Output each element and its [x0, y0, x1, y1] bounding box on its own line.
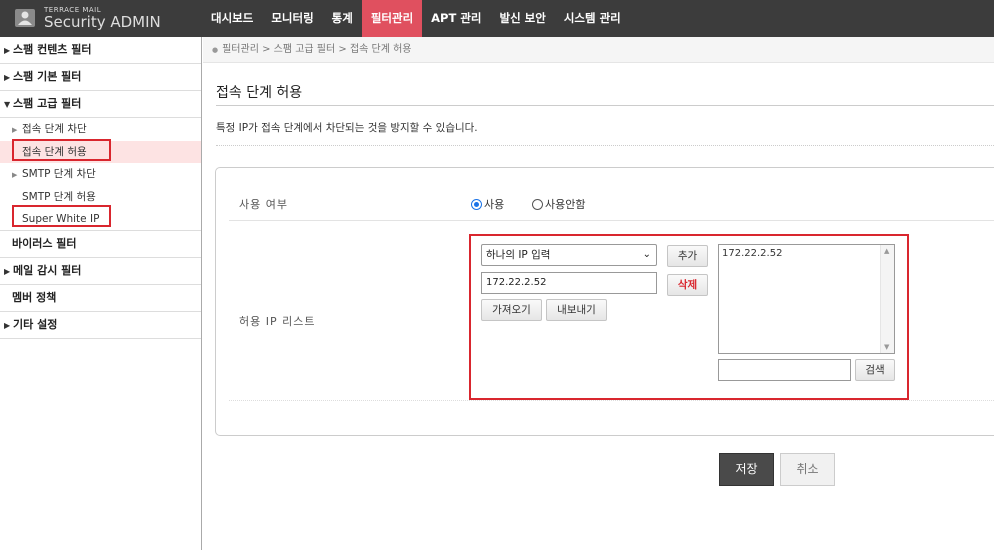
sidebar-item-label: 멤버 정책: [12, 290, 57, 304]
sidebar-subitem-smtp-allow[interactable]: SMTP 단계 허용: [0, 186, 201, 209]
radio-selected-icon: [471, 198, 482, 210]
radio-unselected-icon: [532, 198, 543, 210]
sidebar-item-label: 기타 설정: [13, 317, 58, 331]
caret-right-icon: ▶: [12, 171, 18, 179]
save-button[interactable]: 저장: [719, 453, 774, 486]
sidebar-item-spam-advanced-filter[interactable]: ▼ 스팸 고급 필터: [0, 91, 201, 118]
divider: [216, 105, 994, 106]
top-navigation-bar: TERRACE MAIL Security ADMIN 대시보드 모니터링 통계…: [0, 0, 994, 37]
nav-statistics[interactable]: 통계: [323, 0, 362, 37]
nav-filter-management[interactable]: 필터관리: [361, 0, 423, 37]
divider: [229, 220, 994, 221]
nav-apt-management[interactable]: APT 관리: [422, 0, 490, 37]
caret-right-icon: ▶: [4, 73, 11, 82]
sidebar-item-mail-monitor-filter[interactable]: ▶ 메일 감시 필터: [0, 258, 201, 285]
sidebar-subitem-label: SMTP 단계 차단: [22, 168, 96, 180]
radio-not-use-label: 사용안함: [545, 198, 586, 211]
sidebar-item-label: 스팸 고급 필터: [13, 97, 82, 110]
search-button[interactable]: 검색: [855, 359, 895, 381]
logo[interactable]: TERRACE MAIL Security ADMIN: [14, 5, 204, 33]
sidebar-subitem-label: 접속 단계 허용: [22, 145, 87, 158]
page-description: 특정 IP가 접속 단계에서 차단되는 것을 방지할 수 있습니다.: [216, 122, 478, 134]
sidebar-item-virus-filter[interactable]: 바이러스 필터: [0, 231, 201, 258]
chevron-down-icon: ⌄: [642, 249, 651, 260]
ip-mode-value: 하나의 IP 입력: [486, 249, 551, 261]
sidebar-subitem-label: Super White IP: [22, 213, 100, 225]
ip-input[interactable]: 172.22.2.52: [481, 272, 657, 294]
sidebar-item-other-settings[interactable]: ▶ 기타 설정: [0, 312, 201, 339]
caret-right-icon: ▶: [12, 126, 18, 134]
sidebar-subitem-connection-allow[interactable]: 접속 단계 허용: [0, 140, 201, 163]
divider: [229, 400, 994, 401]
import-button[interactable]: 가져오기: [481, 299, 542, 321]
caret-right-icon: ▶: [4, 46, 11, 55]
ip-list-label: 허용 IP 리스트: [239, 315, 316, 328]
admin-person-icon: [15, 9, 35, 27]
caret-down-icon: ▼: [4, 100, 11, 109]
add-button[interactable]: 추가: [667, 245, 708, 267]
scroll-down-icon[interactable]: ▼: [884, 343, 889, 351]
list-item[interactable]: 172.22.2.52: [722, 248, 891, 259]
export-button[interactable]: 내보내기: [546, 299, 607, 321]
search-input[interactable]: [718, 359, 851, 381]
sidebar: ▶ 스팸 컨텐츠 필터 ▶ 스팸 기본 필터 ▼ 스팸 고급 필터 ▶ 접속 단계 차단…: [0, 37, 202, 550]
nav-system-management[interactable]: 시스템 관리: [555, 0, 630, 37]
nav-dashboard[interactable]: 대시보드: [202, 0, 262, 37]
sidebar-item-spam-basic-filter[interactable]: ▶ 스팸 기본 필터: [0, 64, 201, 91]
nav-outbound-security[interactable]: 발신 보안: [491, 0, 555, 37]
sidebar-subitem-super-white-ip[interactable]: Super White IP: [0, 208, 201, 231]
scroll-up-icon[interactable]: ▲: [884, 247, 889, 255]
sidebar-subitem-smtp-block[interactable]: ▶ SMTP 단계 차단: [0, 163, 201, 186]
radio-use[interactable]: 사용: [471, 196, 504, 212]
radio-not-use[interactable]: 사용안함: [532, 196, 585, 212]
ip-listbox[interactable]: 172.22.2.52 ▲ ▼: [718, 244, 895, 354]
divider: [216, 145, 994, 146]
nav-monitoring[interactable]: 모니터링: [262, 0, 322, 37]
sidebar-subitem-connection-block[interactable]: ▶ 접속 단계 차단: [0, 118, 201, 141]
page-title: 접속 단계 허용: [216, 85, 303, 101]
sidebar-subitem-label: 접속 단계 차단: [22, 123, 87, 135]
main-nav: 대시보드 모니터링 통계 필터관리 APT 관리 발신 보안 시스템 관리: [202, 0, 630, 37]
logo-title: Security ADMIN: [44, 13, 161, 31]
radio-use-label: 사용: [484, 198, 505, 211]
use-label: 사용 여부: [239, 198, 288, 211]
sidebar-item-label: 메일 감시 필터: [13, 263, 82, 277]
sidebar-item-label: 스팸 컨텐츠 필터: [13, 43, 92, 56]
breadcrumb: ● 필터관리 > 스팸 고급 필터 > 접속 단계 허용: [203, 37, 994, 63]
bullet-icon: ●: [212, 46, 219, 54]
sidebar-subitem-label: SMTP 단계 허용: [22, 190, 96, 203]
caret-right-icon: ▶: [4, 320, 11, 330]
cancel-button[interactable]: 취소: [780, 453, 835, 486]
sidebar-item-member-policy[interactable]: 멤버 정책: [0, 285, 201, 312]
delete-button[interactable]: 삭제: [667, 274, 708, 296]
breadcrumb-text: 필터관리 > 스팸 고급 필터 > 접속 단계 허용: [222, 44, 412, 55]
sidebar-item-spam-content-filter[interactable]: ▶ 스팸 컨텐츠 필터: [0, 37, 201, 64]
scrollbar[interactable]: ▲ ▼: [880, 245, 894, 353]
ip-mode-select[interactable]: 하나의 IP 입력 ⌄: [481, 244, 657, 266]
sidebar-item-label: 스팸 기본 필터: [13, 70, 82, 83]
caret-right-icon: ▶: [4, 266, 11, 276]
sidebar-item-label: 바이러스 필터: [12, 236, 77, 250]
